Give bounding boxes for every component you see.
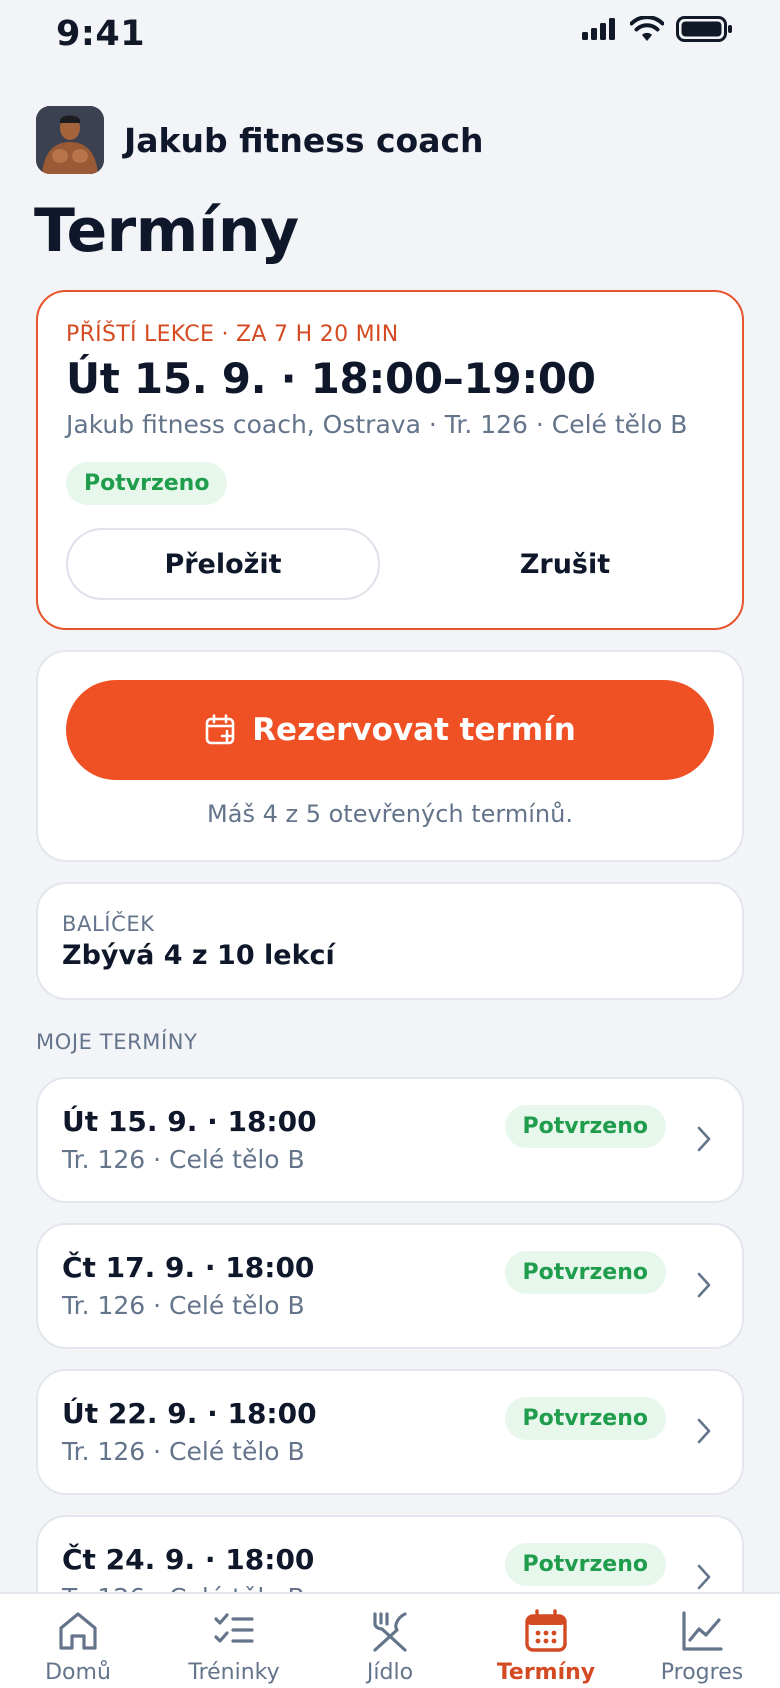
- appointment-date: Út 22. 9. · 18:00: [62, 1397, 317, 1430]
- tab-home[interactable]: Domů: [0, 1608, 156, 1685]
- chevron-right-icon: [697, 1272, 711, 1298]
- tab-label: Termíny: [496, 1660, 596, 1685]
- chevron-right-icon: [697, 1126, 711, 1152]
- appointment-details: Tr. 126 · Celé tělo B: [62, 1437, 305, 1466]
- appointment-date: Čt 17. 9. · 18:00: [62, 1251, 315, 1284]
- status-badge: Potvrzeno: [504, 1397, 666, 1440]
- fork-knife-icon: [373, 1612, 407, 1652]
- appointment-date: Út 15. 9. · 18:00: [62, 1105, 317, 1138]
- appointment-date: Čt 24. 9. · 18:00: [62, 1543, 315, 1576]
- tab-label: Jídlo: [366, 1660, 414, 1685]
- appointment-list: Út 15. 9. · 18:00 Tr. 126 · Celé tělo B …: [0, 0, 780, 1592]
- tab-label: Tréninky: [188, 1660, 280, 1685]
- appointment-row[interactable]: Út 15. 9. · 18:00 Tr. 126 · Celé tělo B …: [36, 1077, 744, 1203]
- calendar-icon: [525, 1609, 567, 1652]
- appointment-details: Tr. 126 · Celé tělo B: [62, 1145, 305, 1174]
- tab-progress[interactable]: Progres: [624, 1608, 780, 1685]
- appointment-details: Tr. 126 · Celé tělo B: [62, 1583, 305, 1592]
- status-badge: Potvrzeno: [504, 1251, 666, 1294]
- tab-trainings[interactable]: Tréninky: [156, 1608, 312, 1685]
- tab-food[interactable]: Jídlo: [312, 1608, 468, 1685]
- appointment-row[interactable]: Čt 17. 9. · 18:00 Tr. 126 · Celé tělo B …: [36, 1223, 744, 1349]
- tab-label: Progres: [660, 1660, 744, 1685]
- tab-label: Domů: [45, 1660, 111, 1685]
- checklist-icon: [214, 1613, 254, 1643]
- appointment-row[interactable]: Út 22. 9. · 18:00 Tr. 126 · Celé tělo B …: [36, 1369, 744, 1495]
- appointment-row[interactable]: Čt 24. 9. · 18:00 Tr. 126 · Celé tělo B …: [36, 1515, 744, 1592]
- home-icon: [59, 1612, 97, 1650]
- chart-line-icon: [682, 1611, 723, 1651]
- chevron-right-icon: [697, 1418, 711, 1444]
- appointment-details: Tr. 126 · Celé tělo B: [62, 1291, 305, 1320]
- tab-bar: Domů Tréninky Jídlo Termíny Progres: [0, 1592, 780, 1688]
- chevron-right-icon: [697, 1564, 711, 1590]
- tab-appointments[interactable]: Termíny: [468, 1608, 624, 1685]
- status-badge: Potvrzeno: [504, 1543, 666, 1586]
- status-badge: Potvrzeno: [504, 1105, 666, 1148]
